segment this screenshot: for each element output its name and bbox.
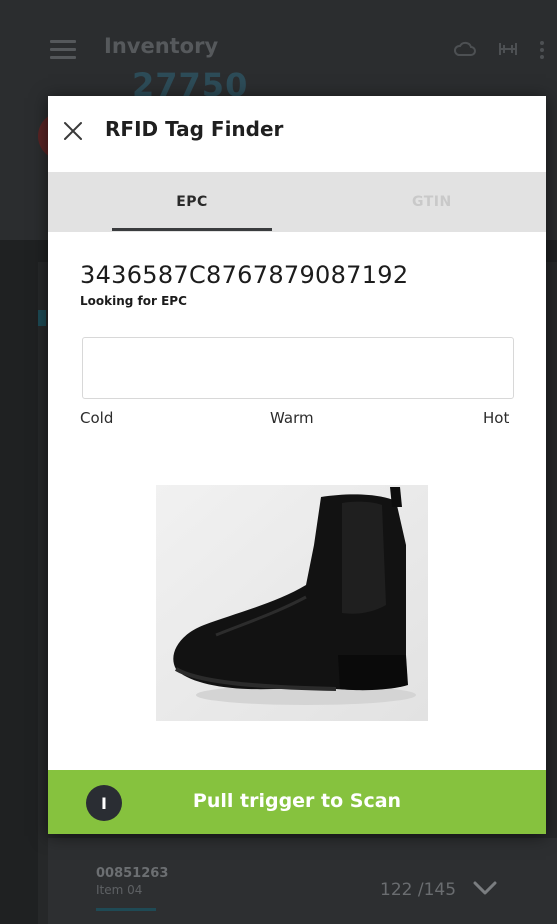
scan-button[interactable]: I Pull trigger to Scan	[48, 770, 546, 834]
background-item-progress: 122 /145	[380, 880, 457, 900]
background-header-icons	[453, 40, 545, 65]
app-root: Inventory 27750 00851263 Item 04 122 /14…	[0, 0, 557, 924]
proximity-label-hot: Hot	[483, 409, 510, 427]
dialog-title: RFID Tag Finder	[105, 117, 284, 141]
dialog-header: RFID Tag Finder	[48, 96, 546, 172]
rfid-reader-icon[interactable]	[497, 40, 519, 65]
background-item-underline	[96, 908, 156, 911]
scan-button-label: Pull trigger to Scan	[192, 790, 402, 812]
epc-caption: Looking for EPC	[80, 294, 187, 308]
tab-gtin[interactable]: GTIN	[336, 172, 546, 232]
proximity-label-warm: Warm	[270, 409, 314, 427]
background-accent-mark	[38, 310, 46, 326]
close-icon	[64, 122, 82, 140]
proximity-label-cold: Cold	[80, 409, 114, 427]
cloud-icon[interactable]	[453, 40, 477, 65]
rfid-tag-finder-dialog: RFID Tag Finder EPC GTIN 3436587C8767879…	[48, 96, 546, 834]
chevron-down-icon[interactable]	[470, 876, 500, 900]
background-app-title: Inventory	[104, 34, 219, 58]
boot-icon	[156, 485, 428, 721]
epc-value: 3436587C8767879087192	[80, 261, 409, 289]
close-button[interactable]	[60, 118, 86, 144]
product-image	[156, 485, 428, 721]
background-item-name: Item 04	[96, 883, 143, 897]
background-item-id: 00851263	[96, 866, 169, 881]
tab-bar: EPC GTIN	[48, 172, 546, 232]
proximity-meter	[82, 337, 514, 399]
menu-icon[interactable]	[50, 40, 76, 60]
more-vertical-icon[interactable]	[539, 40, 545, 65]
tab-epc[interactable]: EPC	[48, 172, 336, 232]
